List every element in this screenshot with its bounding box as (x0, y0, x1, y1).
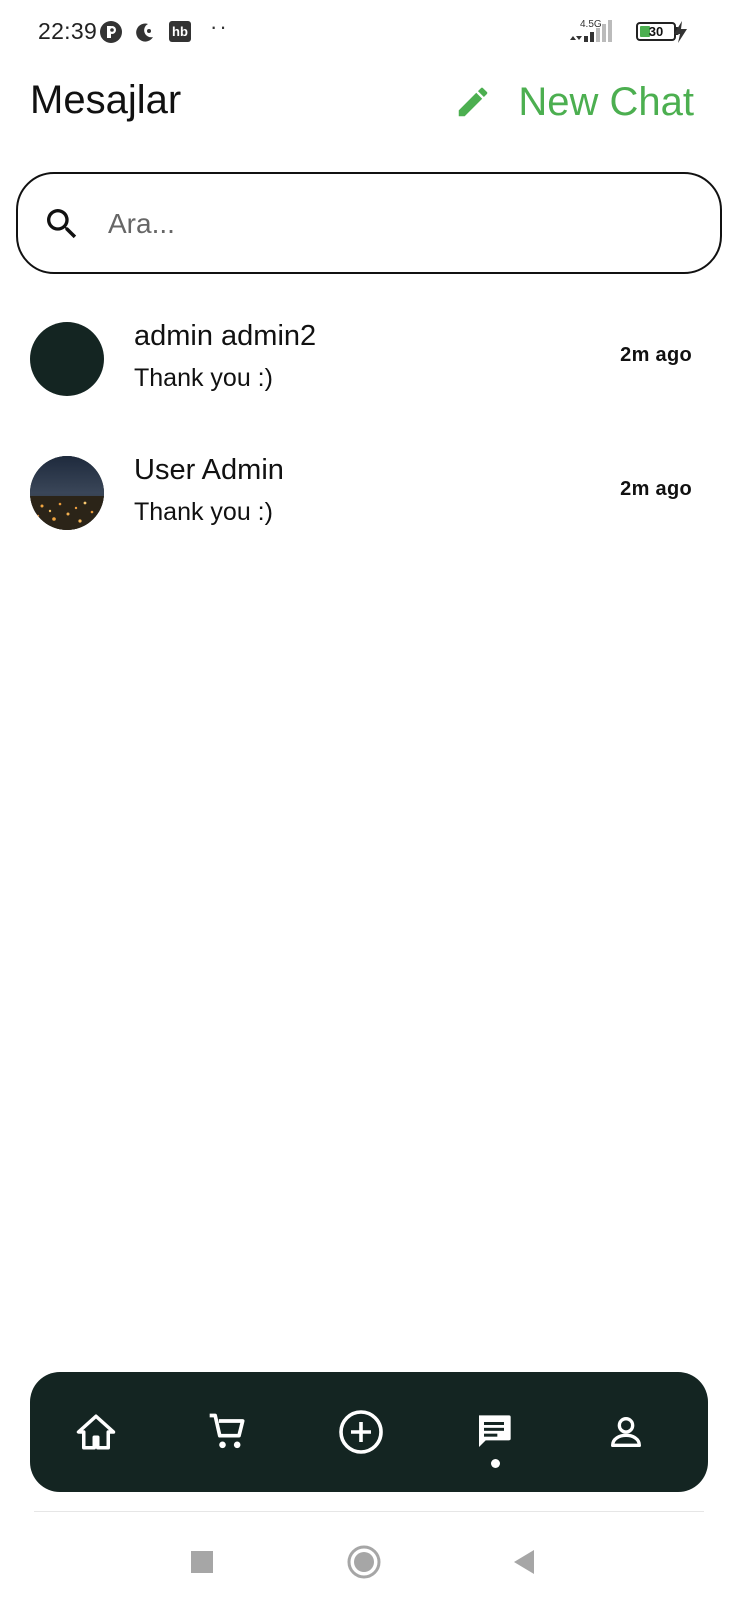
recents-square-icon (191, 1551, 213, 1573)
nav-messages[interactable] (464, 1402, 524, 1468)
chat-preview: Thank you :) (134, 498, 273, 526)
divider (34, 1511, 704, 1512)
avatar (30, 456, 104, 530)
avatar (30, 322, 104, 396)
home-icon (76, 1414, 116, 1450)
search-icon (47, 209, 77, 239)
system-nav-bar (0, 1520, 738, 1600)
new-chat-label: New Chat (518, 79, 694, 124)
chat-name: User Admin (134, 454, 284, 486)
page-title: Mesajlar (30, 78, 182, 122)
night-city-photo (30, 456, 104, 530)
chat-time: 2m ago (620, 478, 692, 500)
chat-preview: Thank you :) (134, 364, 273, 392)
nav-cart[interactable] (198, 1402, 258, 1462)
messages-screen: 22:39 hb ·· 4.5G 30 Mesajlar New Chat Ar… (0, 0, 738, 1600)
charging-bolt-icon (674, 21, 687, 43)
hb-notification-icon: hb (169, 21, 191, 42)
new-chat-button[interactable]: New Chat (454, 76, 694, 128)
signal-icon (570, 20, 612, 42)
more-notifications-icon: ·· (210, 14, 229, 39)
add-circle-icon (339, 1410, 383, 1454)
back-button[interactable] (506, 1542, 546, 1582)
home-circle-icon (347, 1545, 381, 1579)
chat-list: admin admin2 Thank you :) 2m ago User Ad… (0, 300, 738, 568)
bottom-nav (30, 1372, 708, 1492)
profile-icon (611, 1417, 641, 1447)
chat-list-item[interactable]: admin admin2 Thank you :) 2m ago (0, 300, 738, 434)
home-button[interactable] (344, 1542, 384, 1582)
cart-icon (209, 1413, 245, 1449)
recents-button[interactable] (182, 1542, 222, 1582)
search-input[interactable] (106, 194, 690, 254)
nav-add[interactable] (331, 1402, 391, 1462)
back-triangle-icon (514, 1550, 534, 1574)
search-bar[interactable] (16, 172, 722, 274)
chat-time: 2m ago (620, 344, 692, 366)
moon-icon (136, 23, 153, 42)
app-notification-icon (100, 21, 122, 43)
messages-icon (479, 1415, 511, 1447)
chat-list-item[interactable]: User Admin Thank you :) 2m ago (0, 434, 738, 568)
status-bar: 22:39 hb ·· 4.5G 30 (0, 0, 738, 66)
status-time: 22:39 (38, 18, 98, 44)
chat-name: admin admin2 (134, 320, 317, 352)
battery-percent: 30 (648, 24, 664, 39)
nav-profile[interactable] (596, 1402, 656, 1462)
pencil-icon (459, 87, 488, 117)
active-indicator-dot (491, 1459, 500, 1468)
nav-home[interactable] (66, 1402, 126, 1462)
